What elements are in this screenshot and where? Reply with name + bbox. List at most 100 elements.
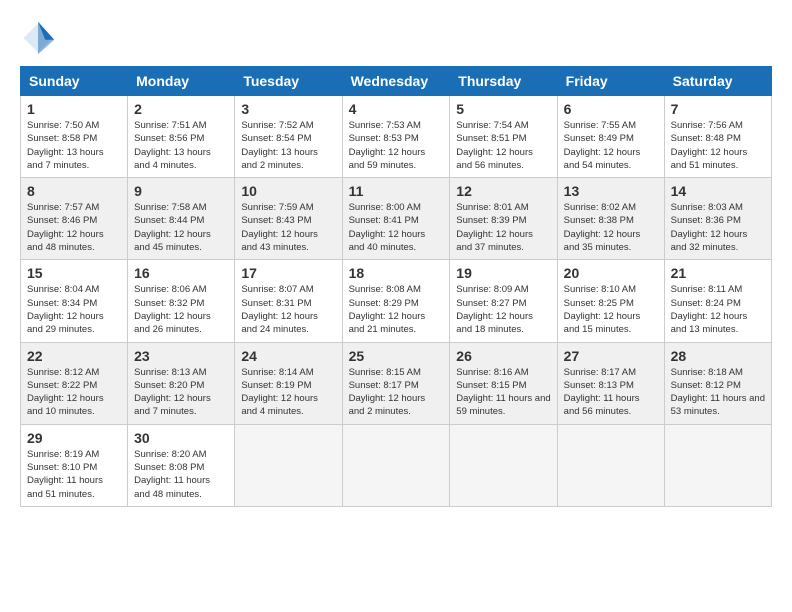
day-info: Sunrise: 8:04 AM Sunset: 8:34 PM Dayligh… <box>27 283 121 336</box>
day-info: Sunrise: 8:10 AM Sunset: 8:25 PM Dayligh… <box>564 283 658 336</box>
day-number: 13 <box>564 183 658 199</box>
day-info: Sunrise: 8:08 AM Sunset: 8:29 PM Dayligh… <box>349 283 444 336</box>
calendar-cell: 18 Sunrise: 8:08 AM Sunset: 8:29 PM Dayli… <box>342 260 450 342</box>
day-info: Sunrise: 7:50 AM Sunset: 8:58 PM Dayligh… <box>27 119 121 172</box>
day-number: 9 <box>134 183 228 199</box>
header-tuesday: Tuesday <box>235 67 342 96</box>
day-number: 22 <box>27 348 121 364</box>
day-info: Sunrise: 8:06 AM Sunset: 8:32 PM Dayligh… <box>134 283 228 336</box>
day-info: Sunrise: 7:52 AM Sunset: 8:54 PM Dayligh… <box>241 119 335 172</box>
header-sunday: Sunday <box>21 67 128 96</box>
logo <box>20 20 60 56</box>
header-wednesday: Wednesday <box>342 67 450 96</box>
day-info: Sunrise: 8:02 AM Sunset: 8:38 PM Dayligh… <box>564 201 658 254</box>
day-number: 24 <box>241 348 335 364</box>
calendar-cell: 1 Sunrise: 7:50 AM Sunset: 8:58 PM Daylig… <box>21 96 128 178</box>
calendar-cell: 26 Sunrise: 8:16 AM Sunset: 8:15 PM Dayli… <box>450 342 557 424</box>
day-number: 6 <box>564 101 658 117</box>
calendar-cell <box>342 424 450 506</box>
day-number: 30 <box>134 430 228 446</box>
calendar-cell <box>557 424 664 506</box>
day-number: 25 <box>349 348 444 364</box>
day-info: Sunrise: 7:53 AM Sunset: 8:53 PM Dayligh… <box>349 119 444 172</box>
day-info: Sunrise: 8:16 AM Sunset: 8:15 PM Dayligh… <box>456 366 550 419</box>
calendar-cell: 8 Sunrise: 7:57 AM Sunset: 8:46 PM Daylig… <box>21 178 128 260</box>
calendar-table: SundayMondayTuesdayWednesdayThursdayFrid… <box>20 66 772 507</box>
calendar-cell: 13 Sunrise: 8:02 AM Sunset: 8:38 PM Dayli… <box>557 178 664 260</box>
day-number: 8 <box>27 183 121 199</box>
calendar-week-4: 22 Sunrise: 8:12 AM Sunset: 8:22 PM Dayli… <box>21 342 772 424</box>
day-info: Sunrise: 7:59 AM Sunset: 8:43 PM Dayligh… <box>241 201 335 254</box>
calendar-cell: 5 Sunrise: 7:54 AM Sunset: 8:51 PM Daylig… <box>450 96 557 178</box>
calendar-cell: 12 Sunrise: 8:01 AM Sunset: 8:39 PM Dayli… <box>450 178 557 260</box>
calendar-cell: 4 Sunrise: 7:53 AM Sunset: 8:53 PM Daylig… <box>342 96 450 178</box>
calendar-cell: 14 Sunrise: 8:03 AM Sunset: 8:36 PM Dayli… <box>664 178 771 260</box>
day-number: 23 <box>134 348 228 364</box>
page-header <box>20 20 772 56</box>
day-info: Sunrise: 8:12 AM Sunset: 8:22 PM Dayligh… <box>27 366 121 419</box>
day-info: Sunrise: 8:01 AM Sunset: 8:39 PM Dayligh… <box>456 201 550 254</box>
day-info: Sunrise: 8:13 AM Sunset: 8:20 PM Dayligh… <box>134 366 228 419</box>
logo-icon <box>20 20 56 56</box>
calendar-cell: 24 Sunrise: 8:14 AM Sunset: 8:19 PM Dayli… <box>235 342 342 424</box>
day-info: Sunrise: 8:20 AM Sunset: 8:08 PM Dayligh… <box>134 448 228 501</box>
calendar-cell: 28 Sunrise: 8:18 AM Sunset: 8:12 PM Dayli… <box>664 342 771 424</box>
day-number: 20 <box>564 265 658 281</box>
day-number: 28 <box>671 348 765 364</box>
calendar-cell: 23 Sunrise: 8:13 AM Sunset: 8:20 PM Dayli… <box>128 342 235 424</box>
calendar-cell <box>235 424 342 506</box>
day-number: 11 <box>349 183 444 199</box>
day-number: 16 <box>134 265 228 281</box>
day-info: Sunrise: 8:00 AM Sunset: 8:41 PM Dayligh… <box>349 201 444 254</box>
day-number: 15 <box>27 265 121 281</box>
day-info: Sunrise: 8:03 AM Sunset: 8:36 PM Dayligh… <box>671 201 765 254</box>
calendar-cell: 3Sunrise: 7:52 AM Sunset: 8:54 PM Daylig… <box>235 96 342 178</box>
header-thursday: Thursday <box>450 67 557 96</box>
day-info: Sunrise: 7:58 AM Sunset: 8:44 PM Dayligh… <box>134 201 228 254</box>
day-number: 5 <box>456 101 550 117</box>
day-info: Sunrise: 8:09 AM Sunset: 8:27 PM Dayligh… <box>456 283 550 336</box>
calendar-week-1: 1 Sunrise: 7:50 AM Sunset: 8:58 PM Daylig… <box>21 96 772 178</box>
calendar-cell: 16 Sunrise: 8:06 AM Sunset: 8:32 PM Dayli… <box>128 260 235 342</box>
calendar-cell: 30 Sunrise: 8:20 AM Sunset: 8:08 PM Dayli… <box>128 424 235 506</box>
day-info: Sunrise: 7:56 AM Sunset: 8:48 PM Dayligh… <box>671 119 765 172</box>
header-friday: Friday <box>557 67 664 96</box>
day-info: Sunrise: 8:11 AM Sunset: 8:24 PM Dayligh… <box>671 283 765 336</box>
day-number: 19 <box>456 265 550 281</box>
calendar-cell: 17 Sunrise: 8:07 AM Sunset: 8:31 PM Dayli… <box>235 260 342 342</box>
calendar-week-2: 8 Sunrise: 7:57 AM Sunset: 8:46 PM Daylig… <box>21 178 772 260</box>
calendar-week-3: 15 Sunrise: 8:04 AM Sunset: 8:34 PM Dayli… <box>21 260 772 342</box>
calendar-cell: 29Sunrise: 8:19 AM Sunset: 8:10 PM Dayli… <box>21 424 128 506</box>
header-saturday: Saturday <box>664 67 771 96</box>
calendar-cell: 9 Sunrise: 7:58 AM Sunset: 8:44 PM Daylig… <box>128 178 235 260</box>
calendar-cell: 25 Sunrise: 8:15 AM Sunset: 8:17 PM Dayli… <box>342 342 450 424</box>
day-info: Sunrise: 8:18 AM Sunset: 8:12 PM Dayligh… <box>671 366 765 419</box>
day-info: Sunrise: 7:54 AM Sunset: 8:51 PM Dayligh… <box>456 119 550 172</box>
day-number: 7 <box>671 101 765 117</box>
day-info: Sunrise: 8:14 AM Sunset: 8:19 PM Dayligh… <box>241 366 335 419</box>
calendar-cell: 6 Sunrise: 7:55 AM Sunset: 8:49 PM Daylig… <box>557 96 664 178</box>
day-info: Sunrise: 7:51 AM Sunset: 8:56 PM Dayligh… <box>134 119 228 172</box>
calendar-cell: 15 Sunrise: 8:04 AM Sunset: 8:34 PM Dayli… <box>21 260 128 342</box>
day-number: 2 <box>134 101 228 117</box>
calendar-week-5: 29Sunrise: 8:19 AM Sunset: 8:10 PM Dayli… <box>21 424 772 506</box>
day-number: 17 <box>241 265 335 281</box>
day-number: 4 <box>349 101 444 117</box>
day-number: 1 <box>27 101 121 117</box>
day-number: 29 <box>27 430 121 446</box>
day-info: Sunrise: 7:57 AM Sunset: 8:46 PM Dayligh… <box>27 201 121 254</box>
day-number: 18 <box>349 265 444 281</box>
calendar-cell: 7 Sunrise: 7:56 AM Sunset: 8:48 PM Daylig… <box>664 96 771 178</box>
day-number: 10 <box>241 183 335 199</box>
day-number: 12 <box>456 183 550 199</box>
calendar-cell: 11 Sunrise: 8:00 AM Sunset: 8:41 PM Dayli… <box>342 178 450 260</box>
calendar-cell: 2 Sunrise: 7:51 AM Sunset: 8:56 PM Daylig… <box>128 96 235 178</box>
day-number: 21 <box>671 265 765 281</box>
day-number: 26 <box>456 348 550 364</box>
day-number: 14 <box>671 183 765 199</box>
day-info: Sunrise: 7:55 AM Sunset: 8:49 PM Dayligh… <box>564 119 658 172</box>
day-info: Sunrise: 8:07 AM Sunset: 8:31 PM Dayligh… <box>241 283 335 336</box>
calendar-cell: 10 Sunrise: 7:59 AM Sunset: 8:43 PM Dayli… <box>235 178 342 260</box>
day-info: Sunrise: 8:15 AM Sunset: 8:17 PM Dayligh… <box>349 366 444 419</box>
calendar-cell: 22 Sunrise: 8:12 AM Sunset: 8:22 PM Dayli… <box>21 342 128 424</box>
